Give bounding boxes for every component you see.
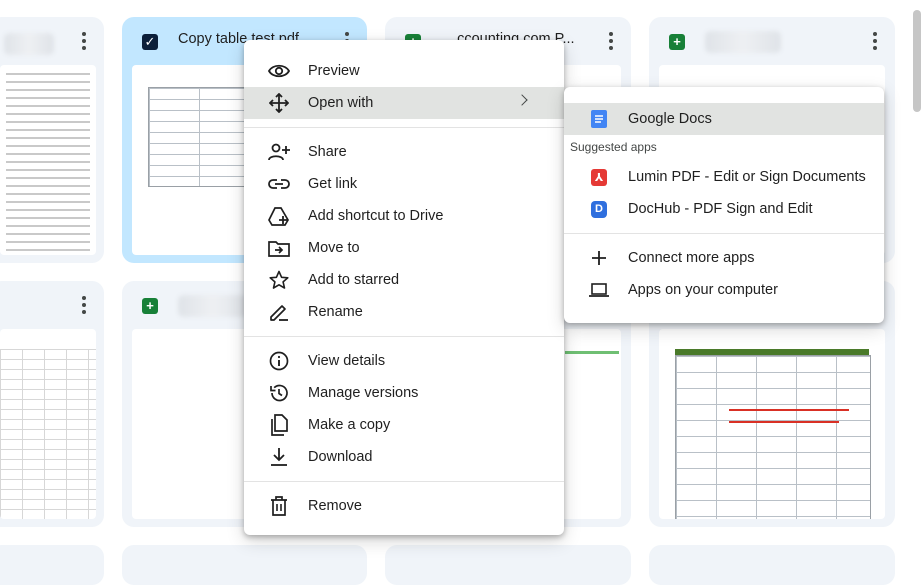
star-icon — [268, 270, 290, 290]
blurred-filename — [705, 31, 781, 53]
context-menu: Preview Open with Share Get link Add sho… — [244, 40, 564, 535]
chevron-right-icon — [516, 94, 528, 106]
person-add-icon — [268, 142, 290, 162]
eye-icon — [268, 61, 290, 81]
file-card-row3-4[interactable] — [649, 545, 895, 585]
menu-item-open-with[interactable]: Open with — [244, 87, 564, 119]
menu-item-share[interactable]: Share — [244, 136, 564, 168]
move-arrows-icon — [268, 93, 290, 113]
menu-divider — [244, 127, 564, 128]
app-lumin-pdf[interactable]: ⅄ Lumin PDF - Edit or Sign Documents — [564, 161, 884, 193]
more-options-icon[interactable] — [72, 29, 96, 53]
file-thumbnail — [0, 65, 96, 255]
plus-icon — [588, 248, 610, 268]
blurred-filename — [178, 295, 248, 317]
copy-icon — [268, 414, 290, 436]
file-card-5[interactable] — [0, 281, 104, 527]
file-card-row3-2[interactable] — [122, 545, 367, 585]
menu-item-get-link[interactable]: Get link — [244, 168, 564, 200]
menu-item-rename[interactable]: Rename — [244, 296, 564, 328]
app-dochub[interactable]: D DocHub - PDF Sign and Edit — [564, 193, 884, 225]
history-icon — [268, 383, 290, 403]
menu-item-add-shortcut[interactable]: Add shortcut to Drive — [244, 200, 564, 232]
file-card-row3-3[interactable] — [385, 545, 631, 585]
menu-divider — [244, 336, 564, 337]
open-with-submenu: Google Docs Suggested apps ⅄ Lumin PDF -… — [564, 87, 884, 323]
apps-on-computer[interactable]: Apps on your computer — [564, 274, 884, 306]
trash-icon — [268, 496, 290, 516]
menu-item-remove[interactable]: Remove — [244, 490, 564, 522]
menu-item-manage-versions[interactable]: Manage versions — [244, 377, 564, 409]
menu-divider — [244, 481, 564, 482]
suggested-apps-caption: Suggested apps — [570, 140, 657, 154]
checkbox-checked-icon[interactable]: ✓ — [142, 34, 158, 50]
dochub-icon: D — [588, 199, 610, 219]
blurred-filename — [4, 33, 54, 55]
info-icon — [268, 351, 290, 371]
submenu-divider — [564, 233, 884, 234]
file-card-row3-1[interactable] — [0, 545, 104, 585]
lumin-pdf-icon: ⅄ — [588, 167, 610, 187]
connect-more-apps[interactable]: Connect more apps — [564, 242, 884, 274]
download-icon — [268, 447, 290, 467]
scrollbar-thumb[interactable] — [913, 10, 921, 112]
menu-item-download[interactable]: Download — [244, 441, 564, 473]
menu-item-preview[interactable]: Preview — [244, 55, 564, 87]
menu-item-view-details[interactable]: View details — [244, 345, 564, 377]
menu-item-move-to[interactable]: Move to — [244, 232, 564, 264]
google-docs-icon — [588, 109, 610, 129]
file-thumbnail — [659, 329, 885, 519]
menu-item-make-copy[interactable]: Make a copy — [244, 409, 564, 441]
drive-shortcut-icon — [268, 206, 290, 226]
folder-move-icon — [268, 238, 290, 258]
more-options-icon[interactable] — [599, 29, 623, 53]
link-icon — [268, 174, 290, 194]
laptop-icon — [588, 280, 610, 300]
app-google-docs[interactable]: Google Docs — [564, 103, 884, 135]
menu-item-add-starred[interactable]: Add to starred — [244, 264, 564, 296]
file-card-1[interactable] — [0, 17, 104, 263]
more-options-icon[interactable] — [863, 29, 887, 53]
sheets-file-icon: + — [669, 34, 685, 50]
more-options-icon[interactable] — [72, 293, 96, 317]
sheets-file-icon: + — [142, 298, 158, 314]
pencil-icon — [268, 302, 290, 322]
file-thumbnail — [0, 329, 96, 519]
